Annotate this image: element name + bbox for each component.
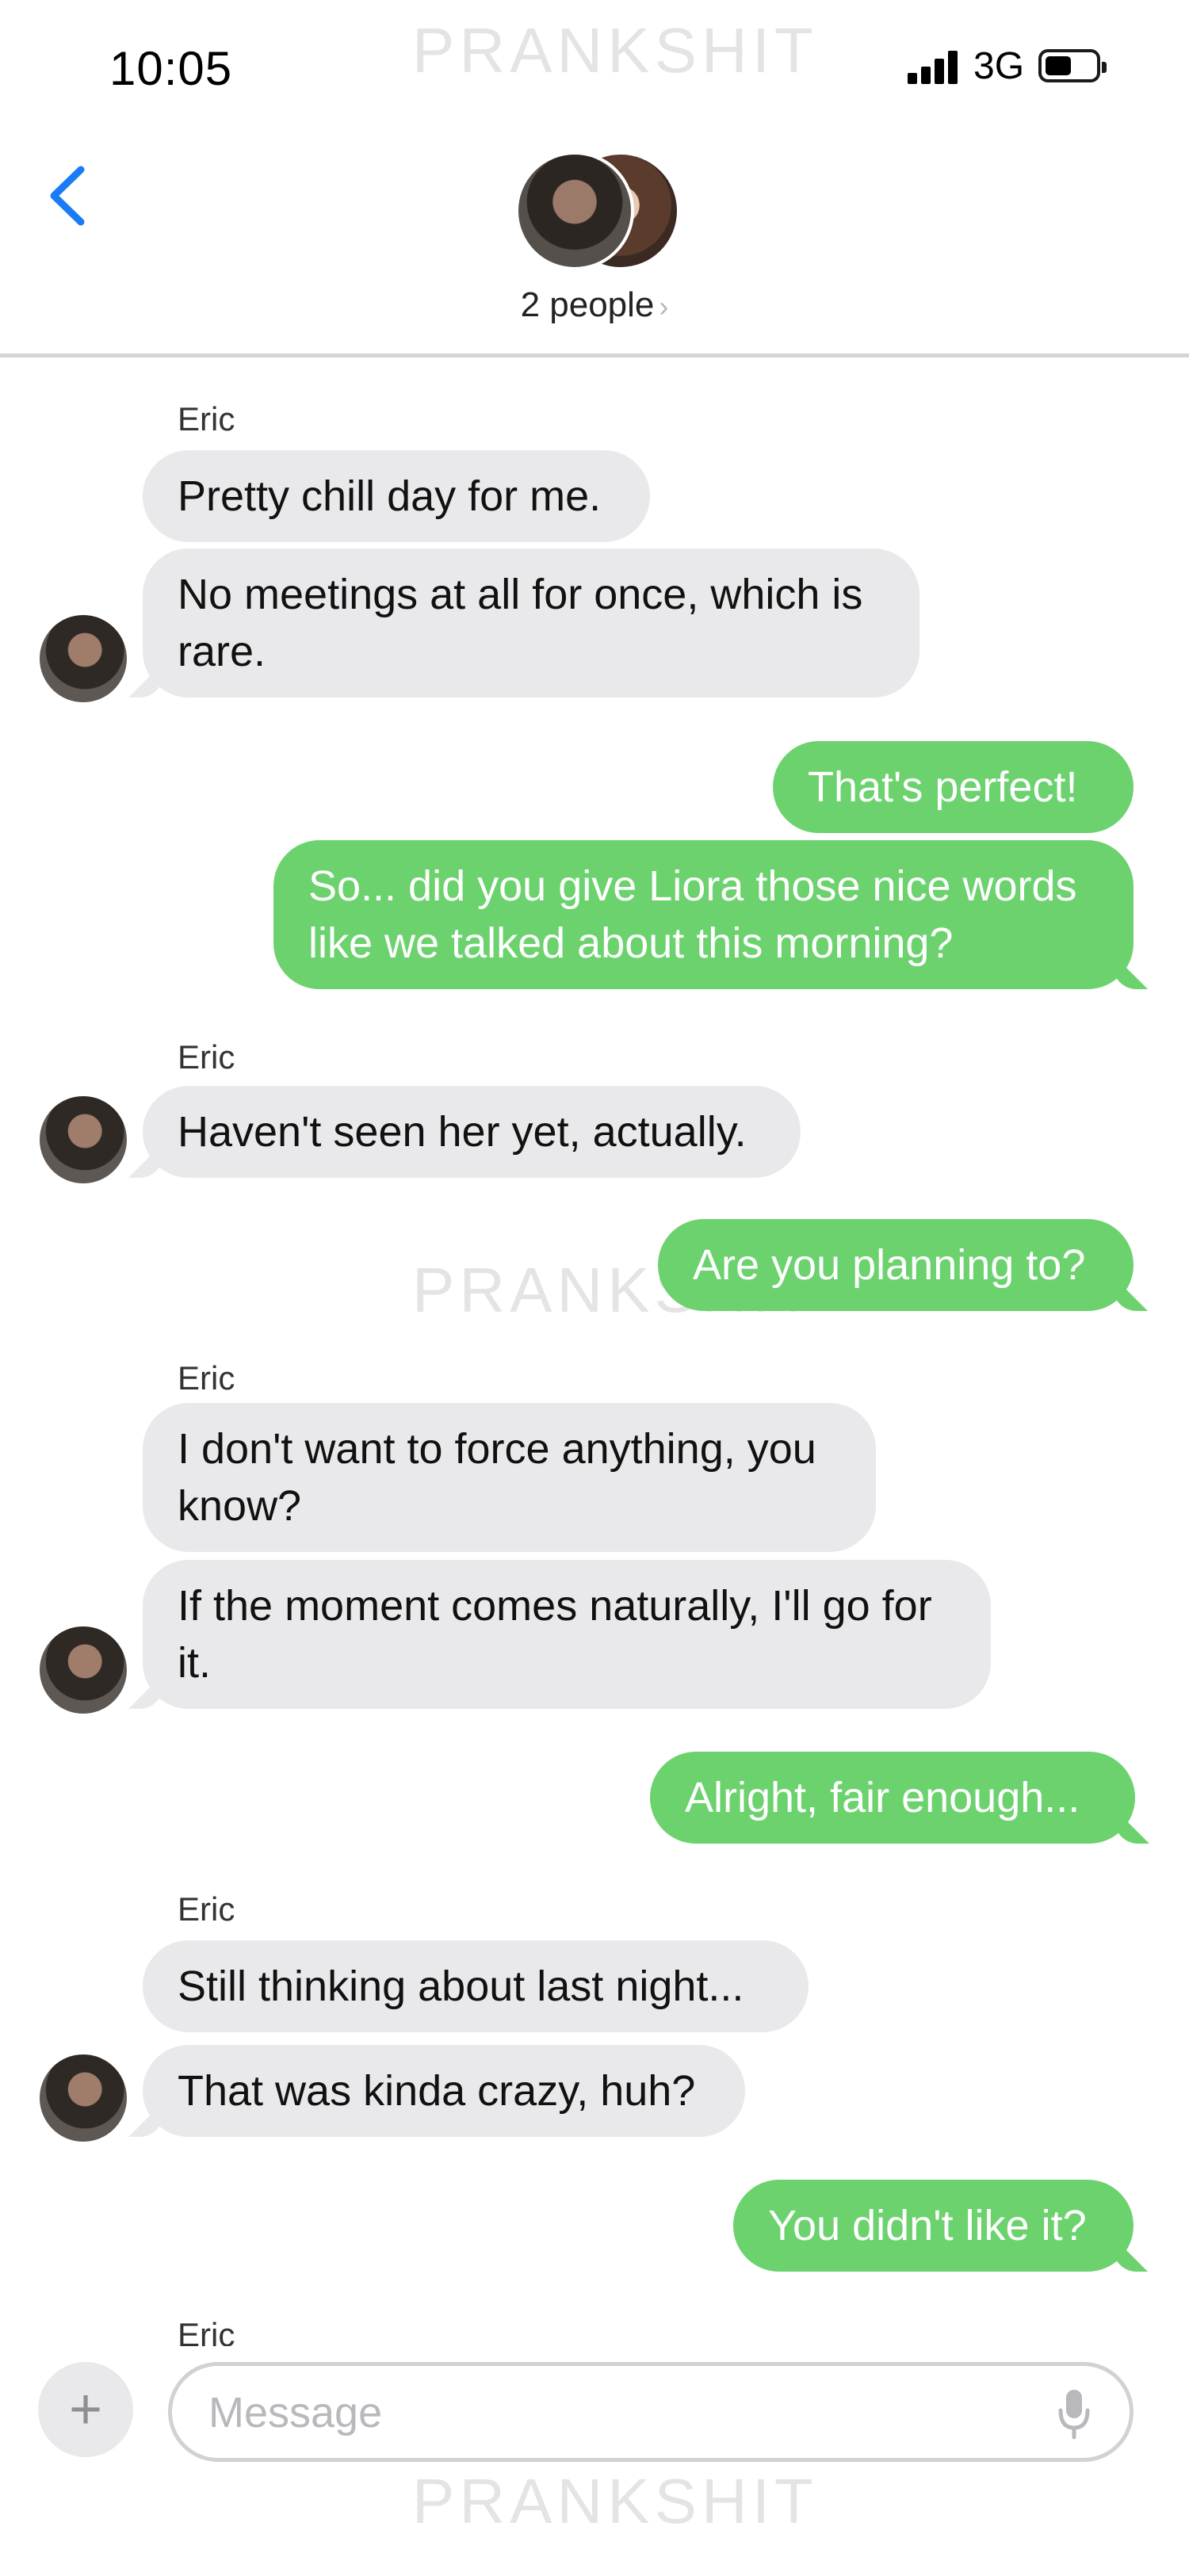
sender-name: Eric xyxy=(178,400,235,438)
message-input[interactable] xyxy=(207,2387,1003,2439)
status-bar: 10:05 3G xyxy=(0,0,1189,135)
sender-name: Eric xyxy=(178,1890,235,1928)
message-bubble-incoming[interactable]: Still thinking about last night... xyxy=(143,1940,809,2032)
message-bubble-outgoing[interactable]: Are you planning to? xyxy=(658,1219,1134,1311)
message-bubble-outgoing[interactable]: That's perfect! xyxy=(773,741,1134,833)
message-bubble-incoming[interactable]: No meetings at all for once, which is ra… xyxy=(143,548,919,698)
contact-avatar[interactable] xyxy=(40,1096,127,1183)
chevron-right-icon: › xyxy=(659,290,669,323)
message-bubble-outgoing[interactable]: You didn't like it? xyxy=(733,2180,1134,2272)
conversation-header: 2 people › xyxy=(0,135,1189,357)
message-bubble-incoming[interactable]: That was kinda crazy, huh? xyxy=(143,2045,745,2137)
signal-icon xyxy=(908,49,960,84)
composer: + xyxy=(0,2346,1189,2576)
sender-name: Eric xyxy=(178,1038,235,1076)
contact-avatar[interactable] xyxy=(40,2054,127,2142)
message-bubble-incoming[interactable]: I don't want to force anything, you know… xyxy=(143,1403,876,1552)
message-bubble-incoming[interactable]: Pretty chill day for me. xyxy=(143,450,650,542)
add-attachment-button[interactable]: + xyxy=(38,2362,133,2457)
message-bubble-outgoing[interactable]: Alright, fair enough... xyxy=(650,1752,1135,1844)
contact-avatar[interactable] xyxy=(40,615,127,702)
message-field[interactable] xyxy=(168,2362,1134,2462)
avatar-eric xyxy=(515,151,634,270)
message-bubble-incoming[interactable]: If the moment comes naturally, I'll go f… xyxy=(143,1560,991,1709)
sender-name: Eric xyxy=(178,1359,235,1397)
contact-avatar[interactable] xyxy=(40,1626,127,1714)
status-time: 10:05 xyxy=(109,42,233,95)
group-title-label: 2 people xyxy=(520,285,655,324)
message-bubble-incoming[interactable]: Haven't seen her yet, actually. xyxy=(143,1086,801,1178)
microphone-icon[interactable] xyxy=(1057,2388,1092,2440)
network-type: 3G xyxy=(973,45,1025,87)
battery-icon xyxy=(1038,49,1107,82)
watermark-bottom: PRANKSHIT xyxy=(412,2466,818,2536)
message-bubble-outgoing[interactable]: So... did you give Liora those nice word… xyxy=(273,840,1134,989)
back-chevron-icon[interactable] xyxy=(41,160,97,231)
group-title[interactable]: 2 people › xyxy=(0,285,1189,325)
group-avatars[interactable] xyxy=(515,149,682,276)
